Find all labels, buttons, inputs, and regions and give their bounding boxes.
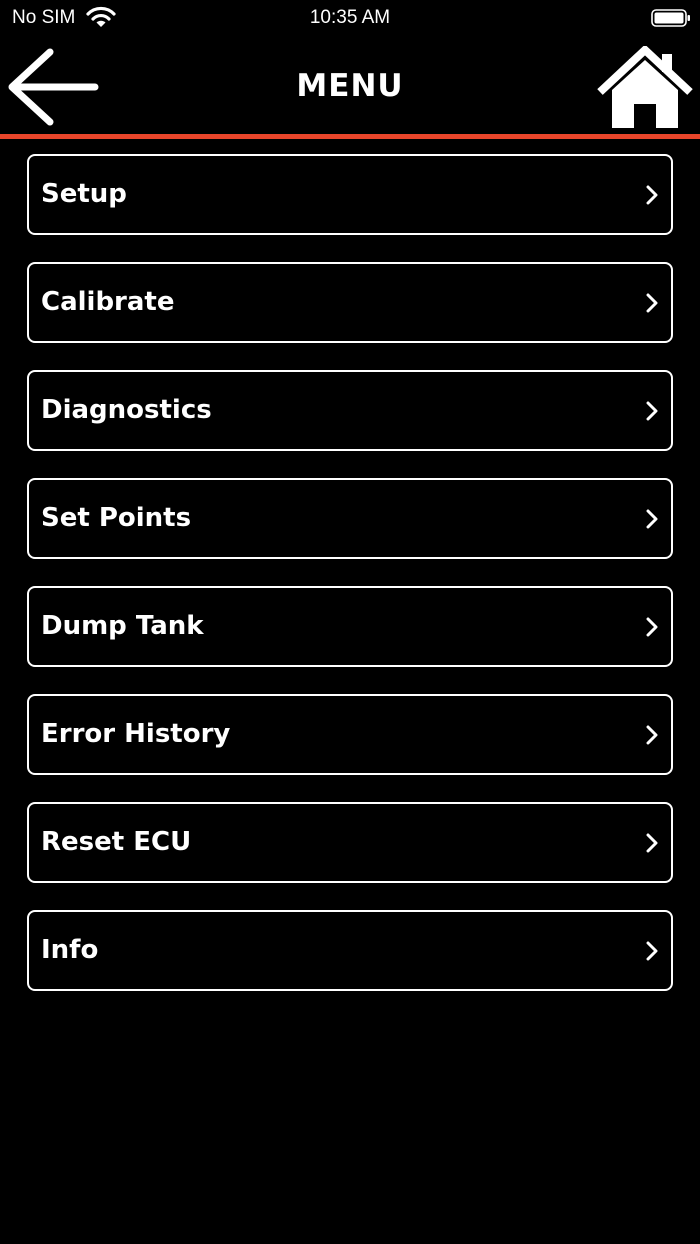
chevron-right-icon [646, 617, 658, 637]
home-icon [597, 44, 693, 128]
menu-item-setup[interactable]: Setup [27, 154, 673, 235]
menu-item-set-points[interactable]: Set Points [27, 478, 673, 559]
chevron-right-icon [646, 509, 658, 529]
menu-item-label: Error History [41, 719, 231, 749]
menu-item-label: Setup [41, 179, 127, 209]
menu-item-label: Info [41, 935, 99, 965]
chevron-right-icon [646, 833, 658, 853]
menu-item-label: Diagnostics [41, 395, 212, 425]
menu-item-diagnostics[interactable]: Diagnostics [27, 370, 673, 451]
chevron-right-icon [646, 401, 658, 421]
menu-item-reset-ecu[interactable]: Reset ECU [27, 802, 673, 883]
header-accent-line [0, 134, 700, 139]
page-title: MENU [296, 68, 404, 104]
chevron-right-icon [646, 293, 658, 313]
chevron-right-icon [646, 725, 658, 745]
home-button[interactable] [596, 44, 694, 130]
menu-item-calibrate[interactable]: Calibrate [27, 262, 673, 343]
menu-item-label: Reset ECU [41, 827, 192, 857]
status-bar: No SIM 10:35 AM [0, 0, 700, 36]
status-time: 10:35 AM [309, 7, 391, 28]
menu-item-label: Set Points [41, 503, 192, 533]
menu-item-label: Calibrate [41, 287, 175, 317]
chevron-right-icon [646, 185, 658, 205]
menu-list: Setup Calibrate Diagnostics Set Points D… [27, 154, 673, 1018]
nav-bar: MENU [0, 36, 700, 134]
menu-item-dump-tank[interactable]: Dump Tank [27, 586, 673, 667]
menu-item-label: Dump Tank [41, 611, 204, 641]
menu-item-error-history[interactable]: Error History [27, 694, 673, 775]
chevron-right-icon [646, 941, 658, 961]
battery-icon [651, 9, 690, 27]
menu-item-info[interactable]: Info [27, 910, 673, 991]
